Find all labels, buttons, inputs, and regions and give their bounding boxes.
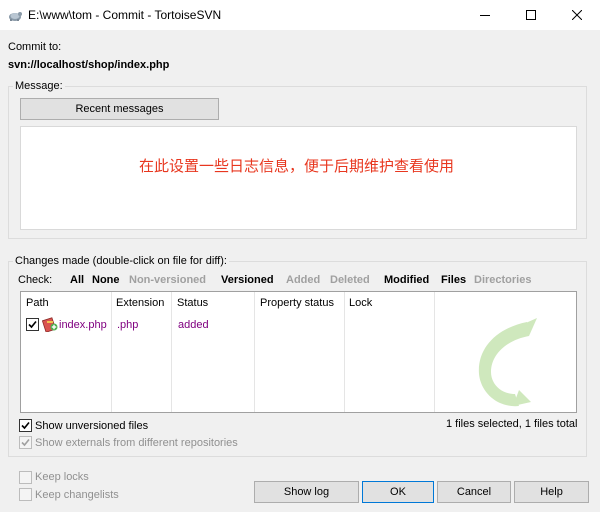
minimize-button[interactable] <box>462 0 508 30</box>
show-log-button[interactable]: Show log <box>254 481 359 503</box>
keep-changelists-checkbox[interactable] <box>19 488 32 501</box>
check-none-link[interactable]: None <box>92 274 120 286</box>
commit-to-label: Commit to: <box>8 41 62 53</box>
column-path[interactable]: Path <box>21 292 49 314</box>
check-added-link[interactable]: Added <box>286 274 320 286</box>
checkmark-icon <box>28 320 37 329</box>
check-versioned-link[interactable]: Versioned <box>221 274 274 286</box>
message-group-label: Message: <box>13 80 65 92</box>
show-unversioned-label: Show unversioned files <box>35 420 149 432</box>
window-title: E:\www\tom - Commit - TortoiseSVN <box>28 8 222 22</box>
ok-button[interactable]: OK <box>362 481 434 503</box>
show-externals-label: Show externals from different repositori… <box>35 437 238 449</box>
row-path: index.php <box>59 319 107 331</box>
row-extension: .php <box>117 319 139 331</box>
check-label: Check: <box>18 274 53 286</box>
message-text: 在此设置一些日志信息，便于后期维护查看使用 <box>139 157 455 175</box>
help-button[interactable]: Help <box>514 481 589 503</box>
minimize-icon <box>480 15 490 16</box>
check-directories-link[interactable]: Directories <box>474 274 531 286</box>
row-checkbox[interactable] <box>26 318 39 331</box>
checkmark-icon <box>21 438 30 447</box>
keep-locks-checkbox[interactable] <box>19 471 32 484</box>
maximize-icon <box>526 10 536 20</box>
column-extension[interactable]: Extension <box>111 292 164 314</box>
check-deleted-link[interactable]: Deleted <box>330 274 370 286</box>
commit-url: svn://localhost/shop/index.php <box>8 59 170 71</box>
recent-messages-button[interactable]: Recent messages <box>20 98 219 120</box>
column-property-status[interactable]: Property status <box>255 292 334 314</box>
check-all-link[interactable]: All <box>70 274 84 286</box>
check-non-versioned-link[interactable]: Non-versioned <box>129 274 206 286</box>
check-modified-link[interactable]: Modified <box>384 274 429 286</box>
tortoisesvn-icon <box>9 12 22 21</box>
show-unversioned-checkbox[interactable] <box>19 419 32 432</box>
check-files-link[interactable]: Files <box>441 274 466 286</box>
close-button[interactable] <box>554 0 600 30</box>
keep-changelists-label: Keep changelists <box>35 489 119 501</box>
changes-group-label: Changes made (double-click on file for d… <box>13 255 229 267</box>
row-status: added <box>178 319 209 331</box>
maximize-button[interactable] <box>508 0 554 30</box>
close-icon <box>572 10 582 20</box>
message-textarea[interactable]: 在此设置一些日志信息，便于后期维护查看使用 <box>20 126 577 230</box>
title-bar: E:\www\tom - Commit - TortoiseSVN <box>0 0 600 30</box>
checkmark-icon <box>21 421 30 430</box>
added-file-icon <box>42 317 58 332</box>
cancel-button[interactable]: Cancel <box>437 481 511 503</box>
column-status[interactable]: Status <box>172 292 208 314</box>
show-externals-checkbox[interactable] <box>19 436 32 449</box>
keep-locks-label: Keep locks <box>35 471 89 483</box>
commit-dialog: E:\www\tom - Commit - TortoiseSVN Commit… <box>0 0 600 512</box>
selection-summary: 1 files selected, 1 files total <box>446 418 578 430</box>
changed-files-list[interactable]: Path Extension Status Property status Lo… <box>20 291 577 413</box>
tortoisesvn-watermark <box>478 318 537 407</box>
column-divider <box>434 292 435 412</box>
column-lock[interactable]: Lock <box>344 292 372 314</box>
